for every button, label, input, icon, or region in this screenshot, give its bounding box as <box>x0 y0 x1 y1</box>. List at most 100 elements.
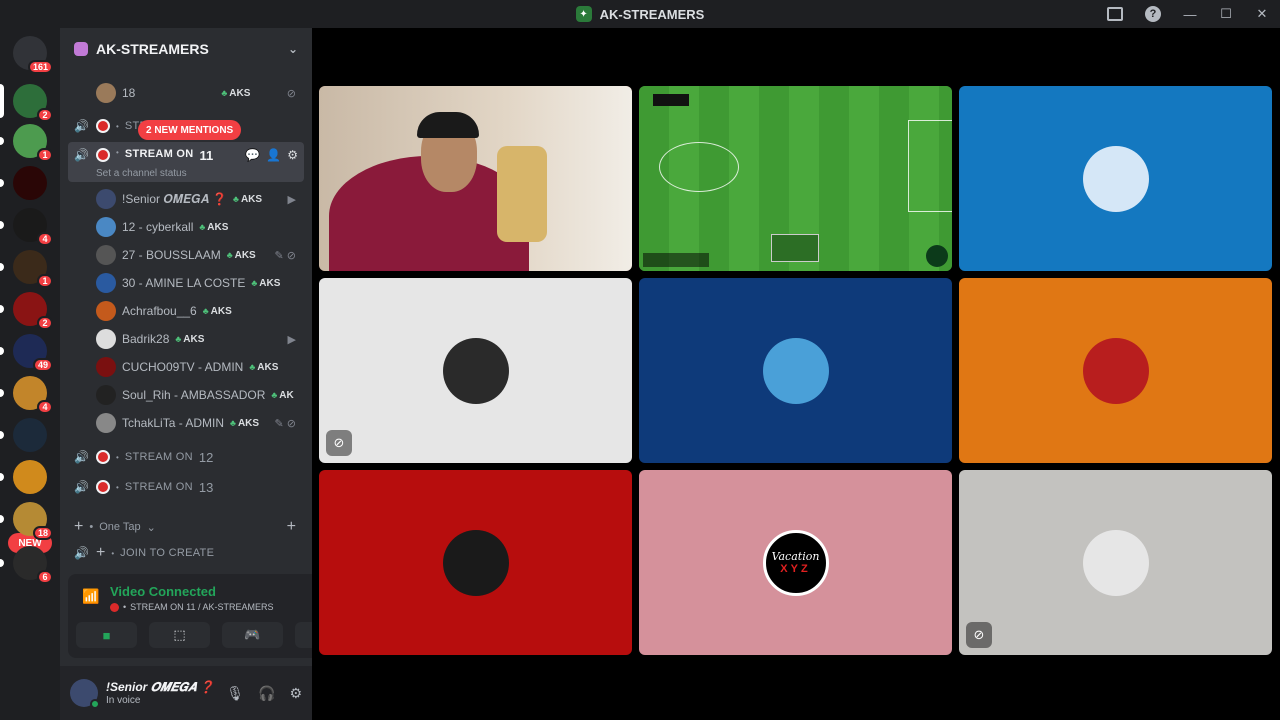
hud-bar <box>643 253 709 267</box>
voice-channel-stream-12[interactable]: 🔊 • STREAM ON 12 <box>68 444 304 470</box>
server-icon-guild-11[interactable]: 18 <box>13 502 53 540</box>
new-mentions-pill[interactable]: 2 NEW MENTIONS <box>138 120 242 140</box>
signal-icon[interactable]: 📶 <box>82 588 100 604</box>
member-tag: ♣ AKS <box>230 417 260 429</box>
microphone-icon[interactable]: 🎙 <box>226 685 244 702</box>
tile-football-stream[interactable] <box>639 86 952 271</box>
server-icon-guild-5[interactable]: 1 <box>13 250 53 288</box>
tile-navy[interactable] <box>639 278 952 463</box>
speaker-icon: 🔊 <box>74 148 89 162</box>
headphones-icon[interactable]: 🎧 <box>258 685 275 702</box>
member-row[interactable]: CUCHO09TV - ADMIN ♣ AKS <box>96 354 306 380</box>
activities-button[interactable]: 🎮 <box>222 622 283 648</box>
server-icon-guild-8[interactable]: 4 <box>13 376 53 414</box>
unread-pip <box>0 305 4 313</box>
tile-orange[interactable] <box>959 278 1272 463</box>
member-tag: ♣ AKS <box>221 87 251 99</box>
leaf-icon: ♣ <box>251 278 258 288</box>
minimize-button[interactable]: — <box>1172 0 1208 28</box>
member-name: 18 <box>122 86 136 100</box>
close-button[interactable]: ✕ <box>1244 0 1280 28</box>
channel-status[interactable]: Set a channel status <box>96 168 187 179</box>
server-header[interactable]: AK-STREAMERS ⌄ <box>60 28 312 70</box>
member-row[interactable]: 18 ♣ AKS ⊘ <box>96 80 306 106</box>
speaker-icon: 🔊 <box>74 546 89 560</box>
avatar: Vacation XYZ <box>762 529 829 596</box>
maximize-button[interactable]: ☐ <box>1208 0 1244 28</box>
chat-icon[interactable]: 💬 <box>245 148 260 162</box>
gear-icon[interactable]: ⚙ <box>289 685 302 702</box>
server-icon-guild-2[interactable]: 1 <box>13 124 53 162</box>
tile-pink[interactable]: Vacation XYZ <box>639 470 952 655</box>
server-rail: NEW 161 2 1 4 1 2 49 4 18 6 <box>0 28 60 720</box>
channel-label: STREAM ON <box>124 481 193 493</box>
user-info[interactable]: !Senior 𝑶𝑴𝑬𝑮𝑨 ❓ In voice <box>106 680 214 706</box>
leaf-icon: ♣ <box>175 334 182 344</box>
category-one-tap[interactable]: + • One Tap ⌄ + <box>74 516 304 538</box>
avatar[interactable] <box>70 679 100 709</box>
member-row[interactable]: Achrafbou__6 ♣ AKS <box>96 298 306 324</box>
member-row[interactable]: 30 - AMINE LA COSTE ♣ AKS <box>96 270 306 296</box>
channel-actions: 💬 👤 ⚙ <box>245 148 298 162</box>
help-icon[interactable]: ? <box>1134 0 1172 28</box>
tile-gray[interactable]: ⊘ <box>959 470 1272 655</box>
inbox-icon[interactable] <box>1096 0 1134 28</box>
server-icon-guild-6[interactable]: 2 <box>13 292 53 330</box>
tile-camera-user[interactable] <box>319 86 632 271</box>
member-tag: ♣ AKS <box>175 333 205 345</box>
voice-channel-join-to-create[interactable]: 🔊 + • JOIN TO CREATE <box>68 540 304 560</box>
member-row[interactable]: Badrik28 ♣ AKS ▶ <box>96 326 306 352</box>
avatar <box>96 301 116 321</box>
member-row[interactable]: Soul_Rih - AMBASSADOR ♣ AK <box>96 382 306 408</box>
channel-label: JOIN TO CREATE <box>120 547 215 559</box>
avatar <box>96 217 116 237</box>
server-icon-guild-3[interactable] <box>13 166 47 200</box>
unread-pip <box>0 347 4 355</box>
member-tag: ♣ AKS <box>249 361 279 373</box>
member-row[interactable]: !Senior 𝑶𝑴𝑬𝑮𝑨 ❓ ♣ AKS ▶ <box>96 186 306 212</box>
server-icon-guild-4[interactable]: 4 <box>13 208 53 246</box>
member-name: 27 - BOUSSLAAM <box>122 248 221 262</box>
member-row[interactable]: 27 - BOUSSLAAM ♣ AKS ✎ ⊘ <box>96 242 306 268</box>
chevron-down-icon[interactable]: ⌄ <box>288 42 298 56</box>
member-tag: ♣ AKS <box>199 221 229 233</box>
plus-icon: + <box>74 518 84 535</box>
plus-icon: + <box>96 544 106 560</box>
speaker-icon: 🔊 <box>74 480 89 494</box>
member-name: 30 - AMINE LA COSTE <box>122 276 246 290</box>
server-icon-ak-server[interactable]: 2 <box>13 84 53 122</box>
gear-icon[interactable]: ⚙ <box>287 148 298 162</box>
ak-logo-icon <box>926 245 948 267</box>
invite-icon[interactable]: 👤 <box>266 148 281 162</box>
server-icon-guild-12[interactable]: 6 <box>13 546 53 584</box>
screen-share-button[interactable]: ⬚ <box>149 622 210 648</box>
pitch-box <box>908 120 952 212</box>
tile-red[interactable] <box>319 470 632 655</box>
server-icon-guild-10[interactable] <box>13 460 47 494</box>
unread-badge: 2 <box>37 316 53 330</box>
unread-pip <box>0 473 4 481</box>
server-icon-guild-7[interactable]: 49 <box>13 334 53 372</box>
add-channel-icon[interactable]: + <box>287 518 296 536</box>
status-icons: ✎ ⊘ <box>274 417 297 430</box>
unread-pip <box>0 559 4 567</box>
member-name: !Senior 𝑶𝑴𝑬𝑮𝑨 ❓ <box>122 191 228 206</box>
camera-button[interactable]: ■ <box>76 622 137 648</box>
voice-channel-info[interactable]: • STREAM ON 11 / AK-STREAMERS <box>110 602 274 612</box>
tile-blue[interactable] <box>959 86 1272 271</box>
mute-icon: ⊘ <box>286 87 296 100</box>
member-row[interactable]: TchakLiTa - ADMIN ♣ AKS ✎ ⊘ <box>96 410 306 436</box>
channel-list: 2 NEW MENTIONS 18 ♣AKS ⊘ 🔊 • STREAM ON 1… <box>60 70 312 560</box>
avatar <box>96 245 116 265</box>
channel-label: STREAM ON <box>124 148 194 160</box>
record-dot-icon <box>96 119 110 133</box>
voice-channel-stream-13[interactable]: 🔊 • STREAM ON 13 <box>68 474 304 500</box>
record-dot-icon <box>96 480 110 494</box>
unread-pip <box>0 179 4 187</box>
server-icon-guild-9[interactable] <box>13 418 47 452</box>
server-icon-discord-home[interactable]: 161 <box>13 36 53 74</box>
tile-white[interactable]: ⊘ <box>319 278 632 463</box>
voice-status[interactable]: Video Connected <box>110 584 216 599</box>
leaf-icon: ♣ <box>233 194 239 204</box>
member-row[interactable]: 12 - cyberkall ♣ AKS <box>96 214 306 240</box>
